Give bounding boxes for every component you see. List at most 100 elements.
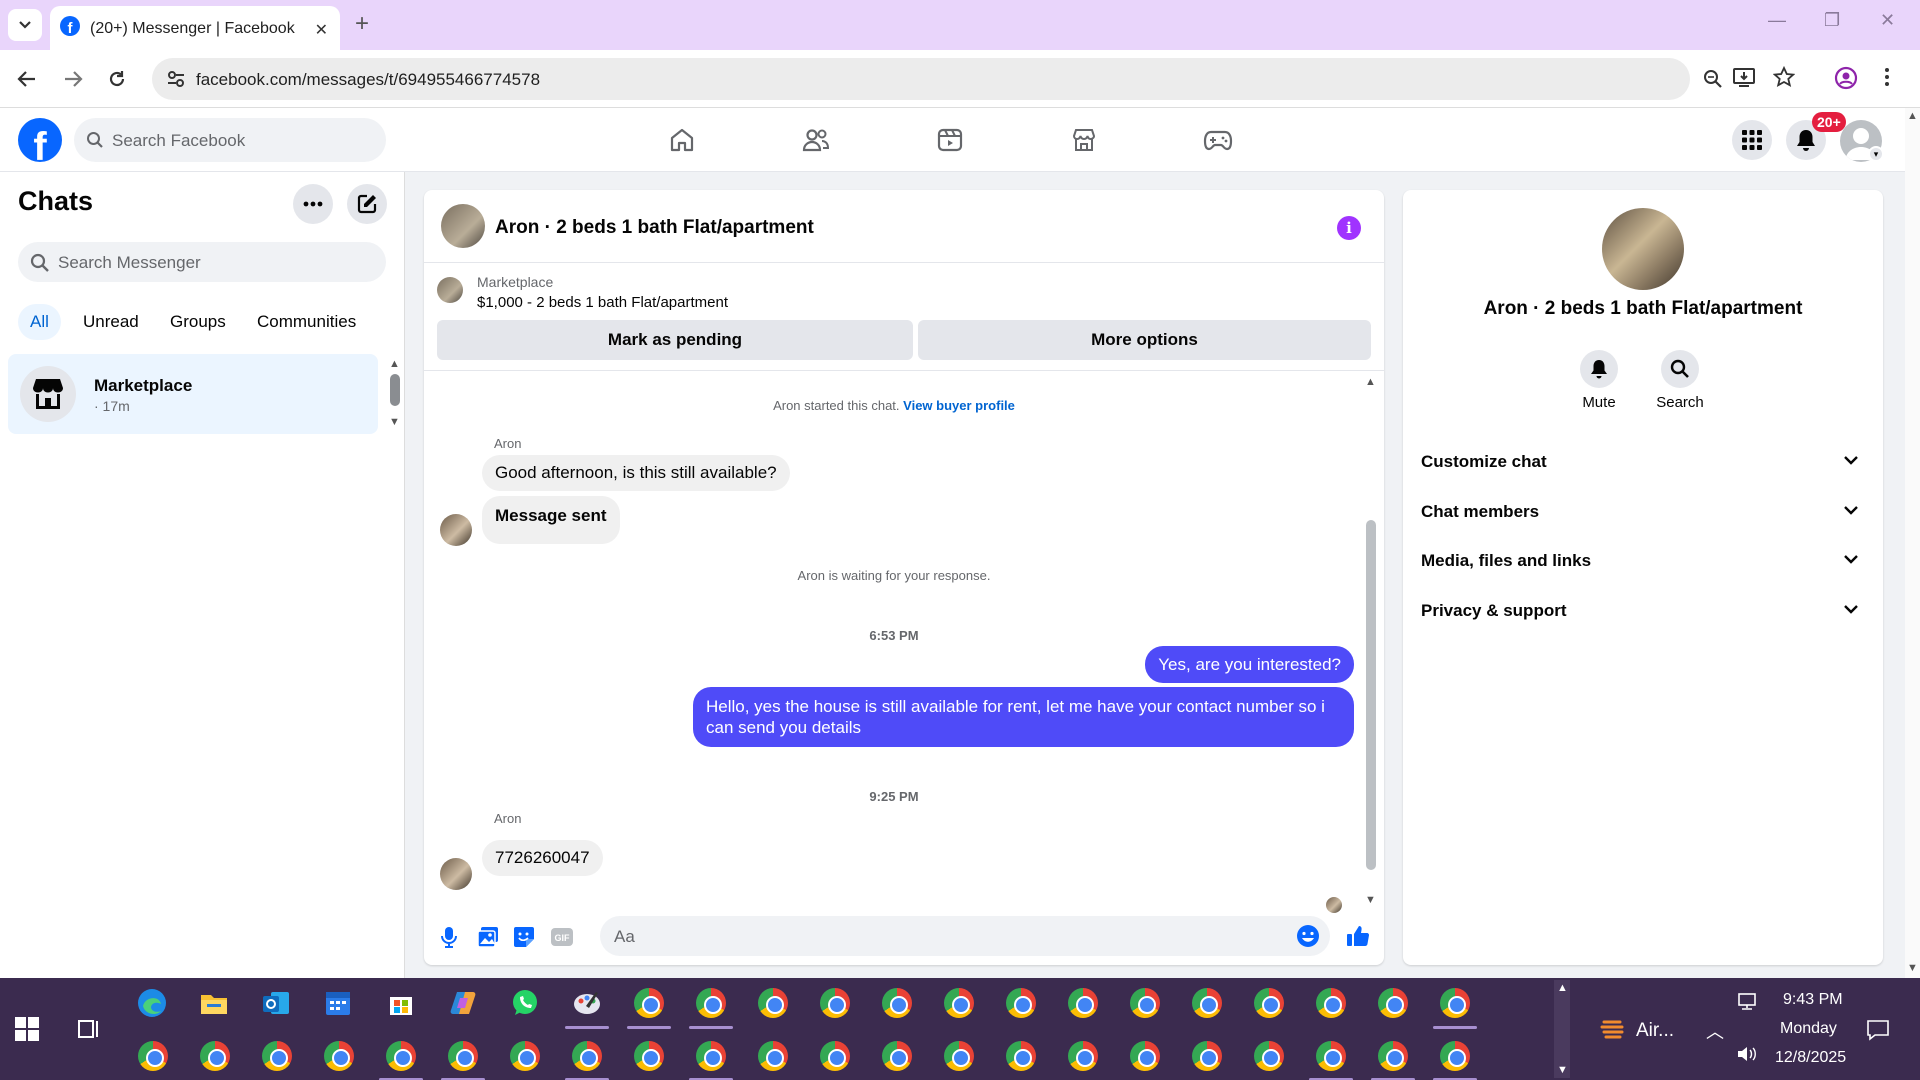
search-conversation-button[interactable]: Search [1650, 350, 1710, 411]
chrome-profile-22-icon[interactable] [572, 1041, 604, 1073]
back-button[interactable] [14, 66, 40, 92]
chrome-profile-11-icon[interactable] [1254, 988, 1286, 1020]
incoming-message[interactable]: 7726260047 [482, 840, 603, 876]
chrome-profile-32-icon[interactable] [1192, 1041, 1224, 1073]
scroll-up-arrow-icon[interactable]: ▲ [389, 358, 400, 370]
speaker-icon[interactable] [1736, 1044, 1768, 1076]
chrome-profile-26-icon[interactable] [820, 1041, 852, 1073]
conversation-scrollbar-thumb[interactable] [1366, 520, 1376, 870]
chrome-profile-29-icon[interactable] [1006, 1041, 1038, 1073]
chrome-profile-8-icon[interactable] [1068, 988, 1100, 1020]
sender-avatar[interactable] [440, 514, 472, 546]
conversation-avatar[interactable] [441, 204, 485, 248]
chat-info-avatar[interactable] [1602, 208, 1684, 290]
taskbar-overflow-scrollbar[interactable]: ▲ ▼ [1554, 980, 1570, 1078]
filter-groups[interactable]: Groups [158, 304, 238, 340]
chrome-profile-23-icon[interactable] [634, 1041, 666, 1073]
microphone-icon[interactable] [440, 926, 458, 948]
chrome-profile-13-icon[interactable] [1378, 988, 1410, 1020]
calendar-icon[interactable] [323, 988, 355, 1020]
microsoft-store-icon[interactable] [386, 988, 418, 1020]
chrome-profile-25-icon[interactable] [758, 1041, 790, 1073]
chrome-profile-28-icon[interactable] [944, 1041, 976, 1073]
incoming-message[interactable]: Good afternoon, is this still available? [482, 455, 790, 491]
filter-all[interactable]: All [18, 304, 61, 340]
messenger-search-input[interactable]: Search Messenger [18, 242, 386, 282]
chrome-profile-5-icon[interactable] [882, 988, 914, 1020]
chrome-profile-17-icon[interactable] [262, 1041, 294, 1073]
close-window-icon[interactable]: ✕ [1880, 10, 1895, 31]
section-privacy-support[interactable]: Privacy & support [1419, 591, 1867, 631]
clock-time[interactable]: 9:43 PM [1783, 991, 1843, 1009]
chrome-profile-19-icon[interactable] [386, 1041, 418, 1073]
task-view-icon[interactable] [76, 1016, 108, 1048]
browser-tab-messenger[interactable]: f (20+) Messenger | Facebook ✕ [50, 6, 340, 50]
scroll-up-arrow-icon[interactable]: ▲ [1557, 982, 1568, 994]
notification-center-icon[interactable] [1866, 1018, 1898, 1050]
whatsapp-icon[interactable] [510, 988, 542, 1020]
install-app-icon[interactable] [1732, 66, 1756, 88]
restore-icon[interactable]: ❐ [1824, 10, 1840, 31]
section-customize-chat[interactable]: Customize chat [1419, 442, 1867, 482]
chrome-profile-18-icon[interactable] [324, 1041, 356, 1073]
scroll-down-arrow-icon[interactable]: ▼ [389, 416, 400, 428]
close-tab-icon[interactable]: ✕ [315, 20, 328, 40]
copilot-icon[interactable] [448, 988, 480, 1020]
chrome-profile-9-icon[interactable] [1130, 988, 1162, 1020]
chrome-profile-14-icon[interactable] [1440, 988, 1472, 1020]
scroll-down-arrow-icon[interactable]: ▼ [1907, 962, 1918, 974]
zoom-icon[interactable] [1702, 68, 1724, 90]
facebook-logo-icon[interactable]: f [18, 118, 62, 162]
chrome-profile-34-icon[interactable] [1316, 1041, 1348, 1073]
edge-icon[interactable] [137, 988, 169, 1020]
conversation-title[interactable]: Aron · 2 beds 1 bath Flat/apartment [495, 217, 814, 239]
thumbs-up-icon[interactable] [1346, 924, 1370, 948]
chrome-profile-33-icon[interactable] [1254, 1041, 1286, 1073]
chrome-profile-3-icon[interactable] [758, 988, 790, 1020]
incoming-message[interactable]: Message sent [482, 496, 620, 544]
clock-day[interactable]: Monday [1780, 1020, 1837, 1038]
view-buyer-profile-link[interactable]: View buyer profile [903, 398, 1015, 413]
listing-title[interactable]: $1,000 - 2 beds 1 bath Flat/apartment [477, 294, 728, 311]
chat-item-marketplace[interactable]: Marketplace · 17m [8, 354, 378, 434]
message-input[interactable]: Aa [600, 916, 1330, 956]
chrome-profile-35-icon[interactable] [1378, 1041, 1410, 1073]
paint-app-icon[interactable] [572, 988, 604, 1020]
section-media-files-links[interactable]: Media, files and links [1419, 541, 1867, 581]
outgoing-message[interactable]: Hello, yes the house is still available … [693, 687, 1354, 747]
nav-friends-button[interactable] [799, 124, 833, 156]
chrome-profile-15-icon[interactable] [138, 1041, 170, 1073]
gif-icon[interactable]: GIF [550, 926, 574, 948]
chrome-profile-12-icon[interactable] [1316, 988, 1348, 1020]
sticker-icon[interactable] [513, 926, 535, 948]
site-info-icon[interactable] [166, 69, 186, 89]
nav-video-button[interactable] [933, 124, 967, 156]
menu-apps-button[interactable] [1732, 120, 1772, 160]
chrome-profile-1-icon[interactable] [634, 988, 666, 1020]
clock-date[interactable]: 12/8/2025 [1775, 1049, 1846, 1067]
section-chat-members[interactable]: Chat members [1419, 492, 1867, 532]
chrome-profile-16-icon[interactable] [200, 1041, 232, 1073]
filter-communities[interactable]: Communities [245, 304, 368, 340]
chrome-profile-21-icon[interactable] [510, 1041, 542, 1073]
scroll-up-arrow-icon[interactable]: ▲ [1365, 376, 1376, 388]
chrome-profile-2-icon[interactable] [696, 988, 728, 1020]
more-options-button[interactable]: More options [918, 320, 1371, 360]
sidebar-scrollbar-thumb[interactable] [390, 374, 400, 406]
chrome-profile-10-icon[interactable] [1192, 988, 1224, 1020]
emoji-icon[interactable] [1296, 924, 1320, 948]
reload-button[interactable] [104, 66, 130, 92]
tab-search-dropdown[interactable] [8, 9, 42, 41]
info-icon[interactable]: i [1337, 216, 1361, 240]
chrome-profile-7-icon[interactable] [1006, 988, 1038, 1020]
nav-marketplace-button[interactable] [1067, 124, 1101, 156]
sender-avatar[interactable] [440, 858, 472, 890]
chrome-profile-31-icon[interactable] [1130, 1041, 1162, 1073]
nav-home-button[interactable] [665, 124, 699, 156]
tray-overflow-chevron-icon[interactable]: ︿ [1706, 1018, 1724, 1044]
browser-menu-icon[interactable] [1884, 66, 1890, 88]
windows-start-icon[interactable] [14, 1016, 46, 1048]
air-quality-icon[interactable] [1600, 1016, 1632, 1048]
new-tab-icon[interactable]: + [355, 10, 369, 38]
chats-options-button[interactable] [293, 184, 333, 224]
